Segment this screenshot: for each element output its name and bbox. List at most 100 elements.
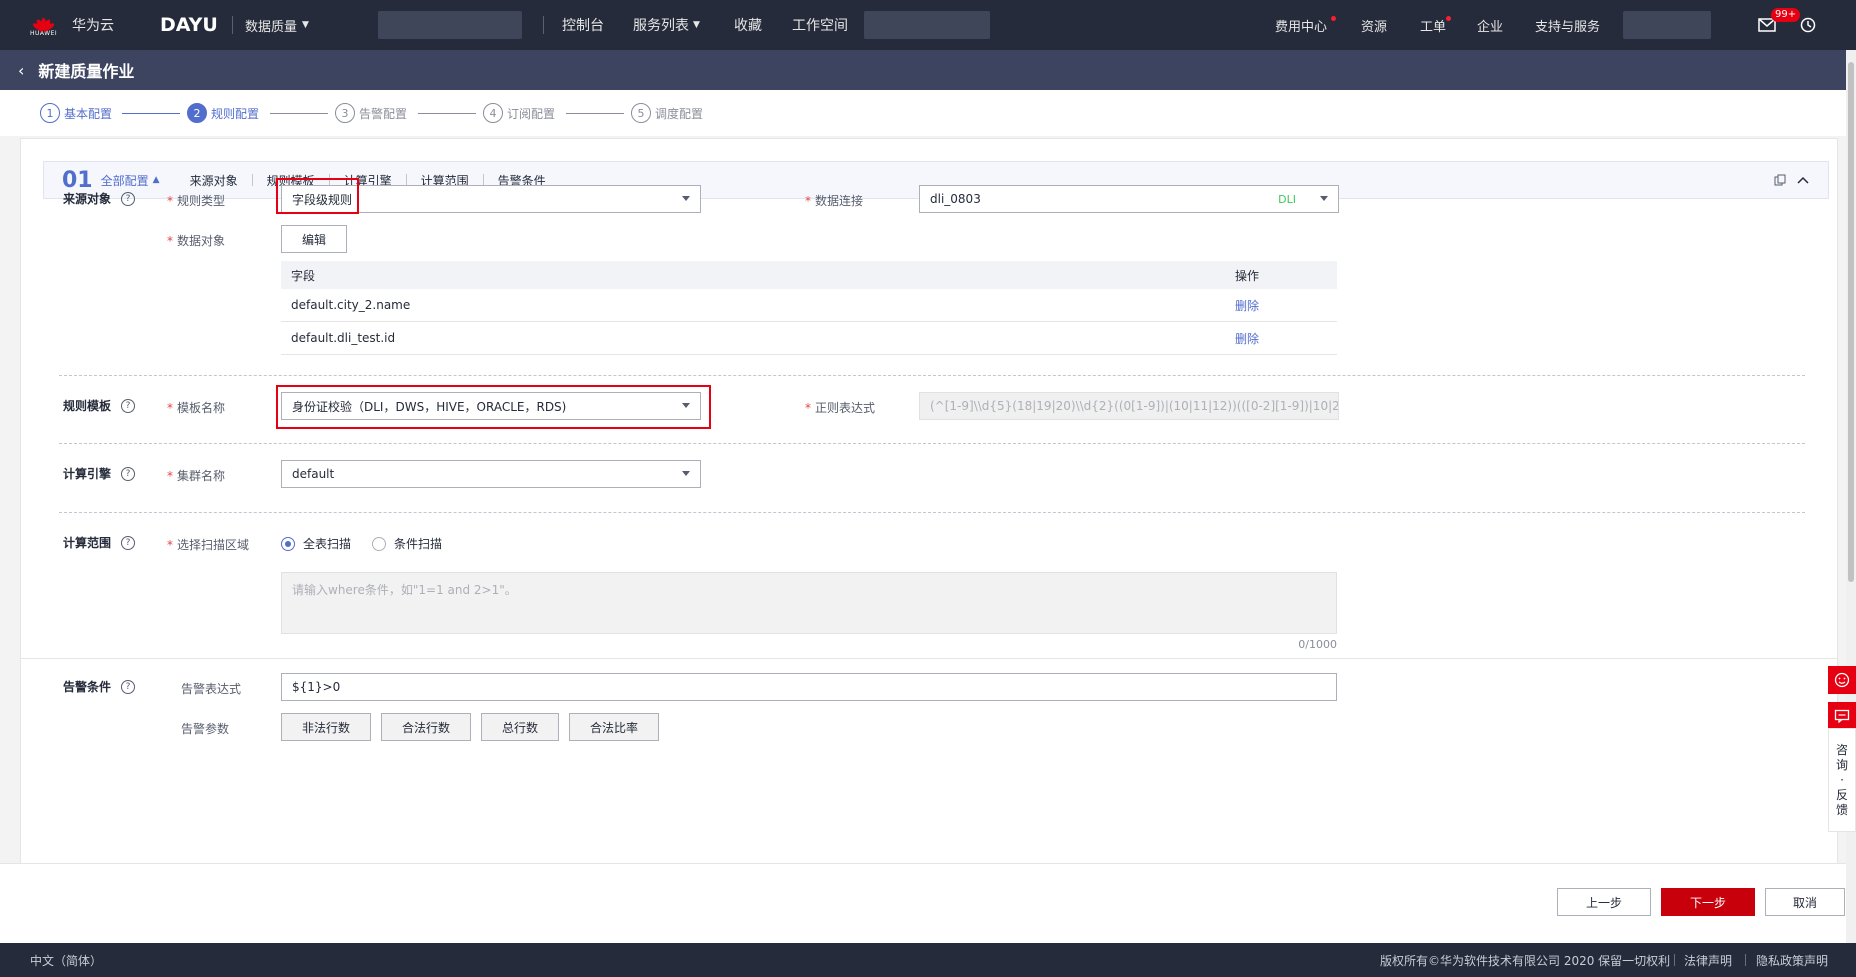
collapse-up-icon[interactable] [1796, 175, 1810, 185]
nav-billing[interactable]: 费用中心 [1275, 0, 1327, 50]
help-icon[interactable]: ? [121, 191, 136, 206]
step-basic-config[interactable]: 1 基本配置 [40, 103, 112, 123]
section-title-source: 来源对象? [63, 190, 136, 207]
notification-dot [1331, 16, 1336, 21]
caret-down-icon: ▼ [693, 20, 700, 30]
nav-support[interactable]: 支持与服务 [1535, 0, 1600, 50]
brand-name[interactable]: 华为云 [72, 0, 114, 50]
field-name: default.city_2.name [291, 298, 411, 312]
param-legal-rows-button[interactable]: 合法行数 [381, 713, 471, 741]
nav-resources[interactable]: 资源 [1361, 0, 1387, 50]
nav-enterprise[interactable]: 企业 [1477, 0, 1503, 50]
dropdown-arrow-icon [682, 196, 690, 201]
step-connector [122, 113, 180, 114]
cancel-button[interactable]: 取消 [1765, 888, 1845, 916]
edit-button[interactable]: 编辑 [281, 225, 347, 253]
dropdown-arrow-icon [682, 471, 690, 476]
step-label: 订阅配置 [507, 106, 556, 121]
region-selector[interactable] [378, 11, 522, 39]
divider [1745, 954, 1746, 966]
step-connector [270, 113, 328, 114]
cluster-name-value: default [292, 467, 335, 481]
history-button[interactable] [1800, 0, 1816, 50]
step-number: 5 [631, 103, 651, 123]
smile-icon [1834, 672, 1850, 688]
feedback-char: 馈 [1835, 802, 1848, 817]
workspace-selector[interactable] [864, 11, 990, 39]
module-selector[interactable]: 数据质量 ▼ [245, 0, 309, 50]
chat-icon [1834, 709, 1850, 723]
alarm-params-label: 告警参数 [181, 722, 230, 736]
cluster-name-select[interactable]: default [281, 460, 701, 488]
divider [1674, 954, 1675, 966]
feedback-char: 咨 [1835, 742, 1848, 757]
prev-step-button[interactable]: 上一步 [1557, 888, 1651, 916]
table-header: 字段 操作 [281, 261, 1337, 289]
clock-icon [1800, 17, 1816, 33]
anchor-link-source[interactable]: 来源对象 [190, 172, 238, 189]
back-arrow-icon[interactable]: ‹ [18, 61, 24, 80]
smile-service-button[interactable] [1828, 666, 1856, 694]
divider [543, 16, 544, 34]
nav-service-list[interactable]: 服务列表 ▼ [633, 0, 700, 50]
regex-input: (^[1-9]\\d{5}(18|19|20)\\d{2}((0[1-9])|(… [919, 392, 1339, 420]
delete-link[interactable]: 删除 [1225, 297, 1337, 314]
nav-tickets[interactable]: 工单 [1420, 0, 1446, 50]
privacy-policy-link[interactable]: 隐私政策声明 [1756, 952, 1828, 969]
help-icon[interactable]: ? [121, 679, 136, 694]
param-total-rows-button[interactable]: 总行数 [481, 713, 559, 741]
help-icon[interactable]: ? [121, 535, 136, 550]
nav-favorites[interactable]: 收藏 [734, 0, 762, 50]
anchor-all-config[interactable]: 全部配置 [101, 172, 149, 189]
caret-down-icon: ▼ [302, 20, 309, 30]
top-navbar: HUAWEI 华为云 DAYU 数据质量 ▼ 控制台 服务列表 ▼ 收藏 工作空… [0, 0, 1856, 50]
nav-console[interactable]: 控制台 [562, 0, 604, 50]
step-schedule-config[interactable]: 5 调度配置 [631, 103, 703, 123]
step-subscribe-config[interactable]: 4 订阅配置 [483, 103, 555, 123]
huawei-logo[interactable]: HUAWEI [30, 0, 57, 50]
step-number: 2 [187, 103, 207, 123]
section-divider [59, 375, 1805, 376]
radio-condition-scan[interactable]: 条件扫描 [372, 535, 442, 552]
section-title-text: 来源对象 [63, 192, 112, 206]
step-label: 基本配置 [64, 106, 113, 121]
delete-link[interactable]: 删除 [1225, 330, 1337, 347]
message-button[interactable] [1758, 0, 1776, 50]
scan-area-label: * 选择扫描区域 [167, 538, 250, 552]
page-title: 新建质量作业 [38, 62, 135, 81]
table-row: default.city_2.name 删除 [281, 289, 1337, 322]
caret-up-icon[interactable]: ▲ [153, 175, 160, 185]
step-label: 规则配置 [211, 106, 260, 121]
chat-button[interactable] [1828, 702, 1856, 730]
data-connection-select[interactable]: dli_0803 DLI [919, 185, 1339, 213]
step-rule-config[interactable]: 2 规则配置 [187, 103, 259, 123]
page-header: ‹ 新建质量作业 [0, 50, 1846, 90]
data-connection-label: * 数据连接 [805, 194, 864, 208]
param-legal-ratio-button[interactable]: 合法比率 [569, 713, 659, 741]
dropdown-arrow-icon [1320, 196, 1328, 201]
scrollbar-thumb[interactable] [1848, 62, 1854, 582]
language-selector[interactable]: 中文（简体） [30, 952, 102, 969]
step-alarm-config[interactable]: 3 告警配置 [335, 103, 407, 123]
regex-label: * 正则表达式 [805, 401, 876, 415]
alarm-expression-input[interactable]: ${1}>0 [281, 673, 1337, 701]
step-connector [566, 113, 624, 114]
action-bar: 上一步 下一步 取消 [0, 863, 1846, 943]
where-condition-textarea[interactable]: 请输入where条件，如"1=1 and 2>1"。 [281, 572, 1337, 634]
step-number: 3 [335, 103, 355, 123]
consult-feedback-button[interactable]: 咨 询 · 反 馈 [1828, 728, 1856, 832]
next-step-button[interactable]: 下一步 [1661, 888, 1755, 916]
nav-workspace[interactable]: 工作空间 [792, 0, 848, 50]
message-count-badge: 99+ [1771, 8, 1801, 22]
legal-notice-link[interactable]: 法律声明 [1684, 952, 1732, 969]
help-icon[interactable]: ? [121, 398, 136, 413]
radio-label: 条件扫描 [394, 537, 443, 551]
help-icon[interactable]: ? [121, 466, 136, 481]
radio-full-scan[interactable]: 全表扫描 [281, 535, 351, 552]
footer-bar: 中文（简体） 版权所有©华为软件技术有限公司 2020 保留一切权利 法律声明 … [0, 943, 1856, 977]
param-illegal-rows-button[interactable]: 非法行数 [281, 713, 371, 741]
copy-icon[interactable] [1774, 174, 1786, 186]
step-label: 告警配置 [359, 106, 408, 121]
user-account[interactable] [1623, 11, 1711, 39]
product-name[interactable]: DAYU [160, 0, 218, 50]
